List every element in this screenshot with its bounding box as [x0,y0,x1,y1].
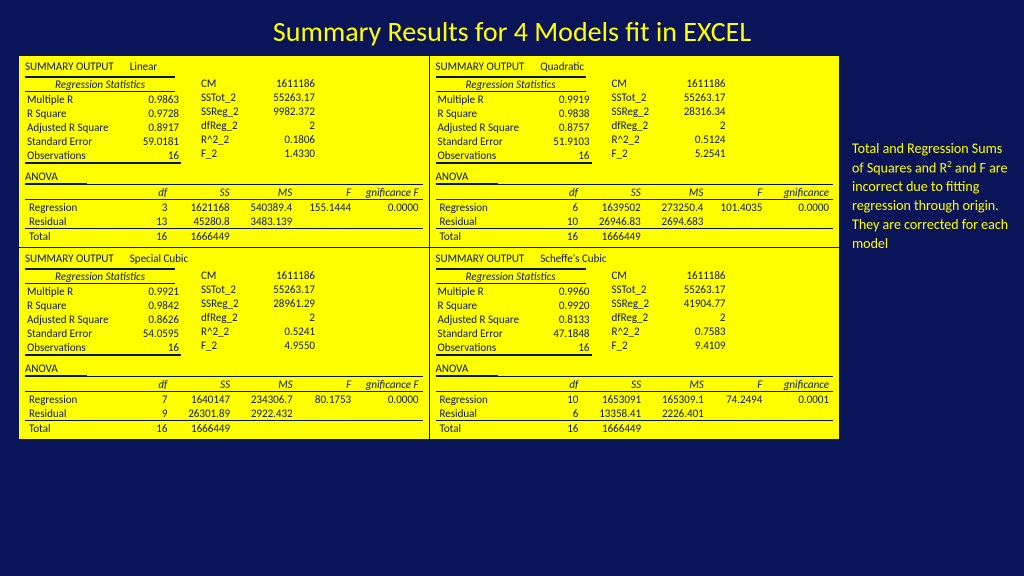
panel-scheffe-cubic: SUMMARY OUTPUT Scheffe's Cubic Regression … [430,248,840,439]
anova-header: ANOVA [25,170,87,184]
stats-table: Multiple R0.9863R Square0.9728Adjusted R… [25,92,181,164]
panel-quadratic: SUMMARY OUTPUT Quadratic Regression Statis… [430,56,840,248]
model-name: Quadratic [540,60,584,73]
summary-output-label: SUMMARY OUTPUT [436,252,525,265]
page-title: Summary Results for 4 Models fit in EXCE… [0,0,1024,55]
side-table: CM1611186SSTot_255263.17SSReg_29982.372d… [199,76,317,160]
anova-table: dfSSMSFgnificanceRegression1016530911653… [436,376,834,435]
regression-stats-header: Regression Statistics [25,76,175,92]
stats-table: Multiple R0.9960R Square0.9920Adjusted R… [436,284,592,356]
anova-header: ANOVA [25,362,87,376]
model-name: Scheffe's Cubic [540,252,606,265]
panel-special-cubic: SUMMARY OUTPUT Special Cubic Regression St… [19,248,430,439]
side-table: CM1611186SSTot_255263.17SSReg_228316.34d… [610,76,728,160]
panels-grid: SUMMARY OUTPUT Linear Regression Statistic… [18,55,840,440]
side-note: Total and Regression Sums of Squares and… [852,140,1012,254]
summary-output-label: SUMMARY OUTPUT [436,60,525,73]
summary-output-label: SUMMARY OUTPUT [25,60,114,73]
anova-table: dfSSMSFgnificance FRegression31621168540… [25,184,423,243]
model-name: Linear [130,60,158,73]
stats-table: Multiple R0.9921R Square0.9842Adjusted R… [25,284,181,356]
summary-output-label: SUMMARY OUTPUT [25,252,114,265]
model-name: Special Cubic [130,252,188,265]
anova-table: dfSSMSFgnificance FRegression71640147234… [25,376,423,435]
anova-header: ANOVA [436,170,498,184]
side-table: CM1611186SSTot_255263.17SSReg_241904.77d… [610,268,728,352]
panel-linear: SUMMARY OUTPUT Linear Regression Statistic… [19,56,430,248]
stats-table: Multiple R0.9919R Square0.9838Adjusted R… [436,92,592,164]
side-table: CM1611186SSTot_255263.17SSReg_228961.29d… [199,268,317,352]
anova-header: ANOVA [436,362,498,376]
regression-stats-header: Regression Statistics [436,76,586,92]
anova-table: dfSSMSFgnificanceRegression6163950227325… [436,184,834,243]
regression-stats-header: Regression Statistics [25,268,175,284]
regression-stats-header: Regression Statistics [436,268,586,284]
